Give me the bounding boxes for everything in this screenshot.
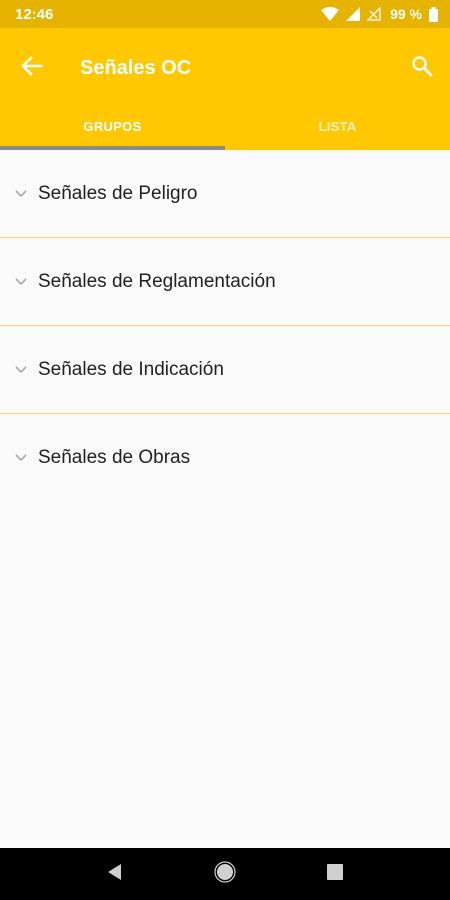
navigation-bar — [0, 848, 450, 900]
status-icons: 99 % — [321, 6, 438, 22]
search-button[interactable] — [408, 54, 436, 82]
group-list: Señales de Peligro Señales de Reglamenta… — [0, 150, 450, 502]
group-label: Señales de Reglamentación — [38, 270, 276, 292]
status-time: 12:46 — [15, 5, 54, 23]
arrow-back-icon — [21, 55, 43, 82]
tab-label: GRUPOS — [83, 118, 142, 134]
signal-icon — [346, 7, 361, 21]
back-button[interactable] — [18, 54, 46, 82]
group-label: Señales de Indicación — [38, 358, 224, 380]
group-item-peligro[interactable]: Señales de Peligro — [0, 150, 450, 238]
back-triangle-icon — [106, 863, 124, 886]
tab-grupos[interactable]: GRUPOS — [0, 102, 225, 150]
group-item-indicacion[interactable]: Señales de Indicación — [0, 326, 450, 414]
tab-bar: GRUPOS LISTA — [0, 102, 450, 150]
nav-home-button[interactable] — [205, 854, 245, 894]
chevron-down-icon — [13, 362, 29, 378]
status-bar: 12:46 99 % — [0, 0, 450, 28]
app-bar: Señales OC GRUPOS LISTA — [0, 28, 450, 150]
signal-empty-icon — [367, 7, 381, 21]
tab-label: LISTA — [318, 118, 357, 134]
recents-square-icon — [327, 863, 343, 885]
chevron-down-icon — [13, 186, 29, 202]
chevron-down-icon — [13, 274, 29, 290]
wifi-icon — [321, 7, 340, 21]
group-label: Señales de Peligro — [38, 182, 198, 204]
battery-icon — [429, 6, 438, 22]
home-circle-icon — [214, 860, 236, 888]
nav-back-button[interactable] — [95, 854, 135, 894]
group-label: Señales de Obras — [38, 447, 191, 468]
page-title: Señales OC — [80, 57, 192, 79]
group-item-obras[interactable]: Señales de Obras — [0, 414, 450, 502]
battery-percentage: 99 % — [390, 6, 422, 22]
chevron-down-icon — [13, 450, 29, 466]
nav-recents-button[interactable] — [315, 854, 355, 894]
search-icon — [411, 55, 433, 82]
group-item-reglamentacion[interactable]: Señales de Reglamentación — [0, 238, 450, 326]
tab-lista[interactable]: LISTA — [225, 102, 450, 150]
